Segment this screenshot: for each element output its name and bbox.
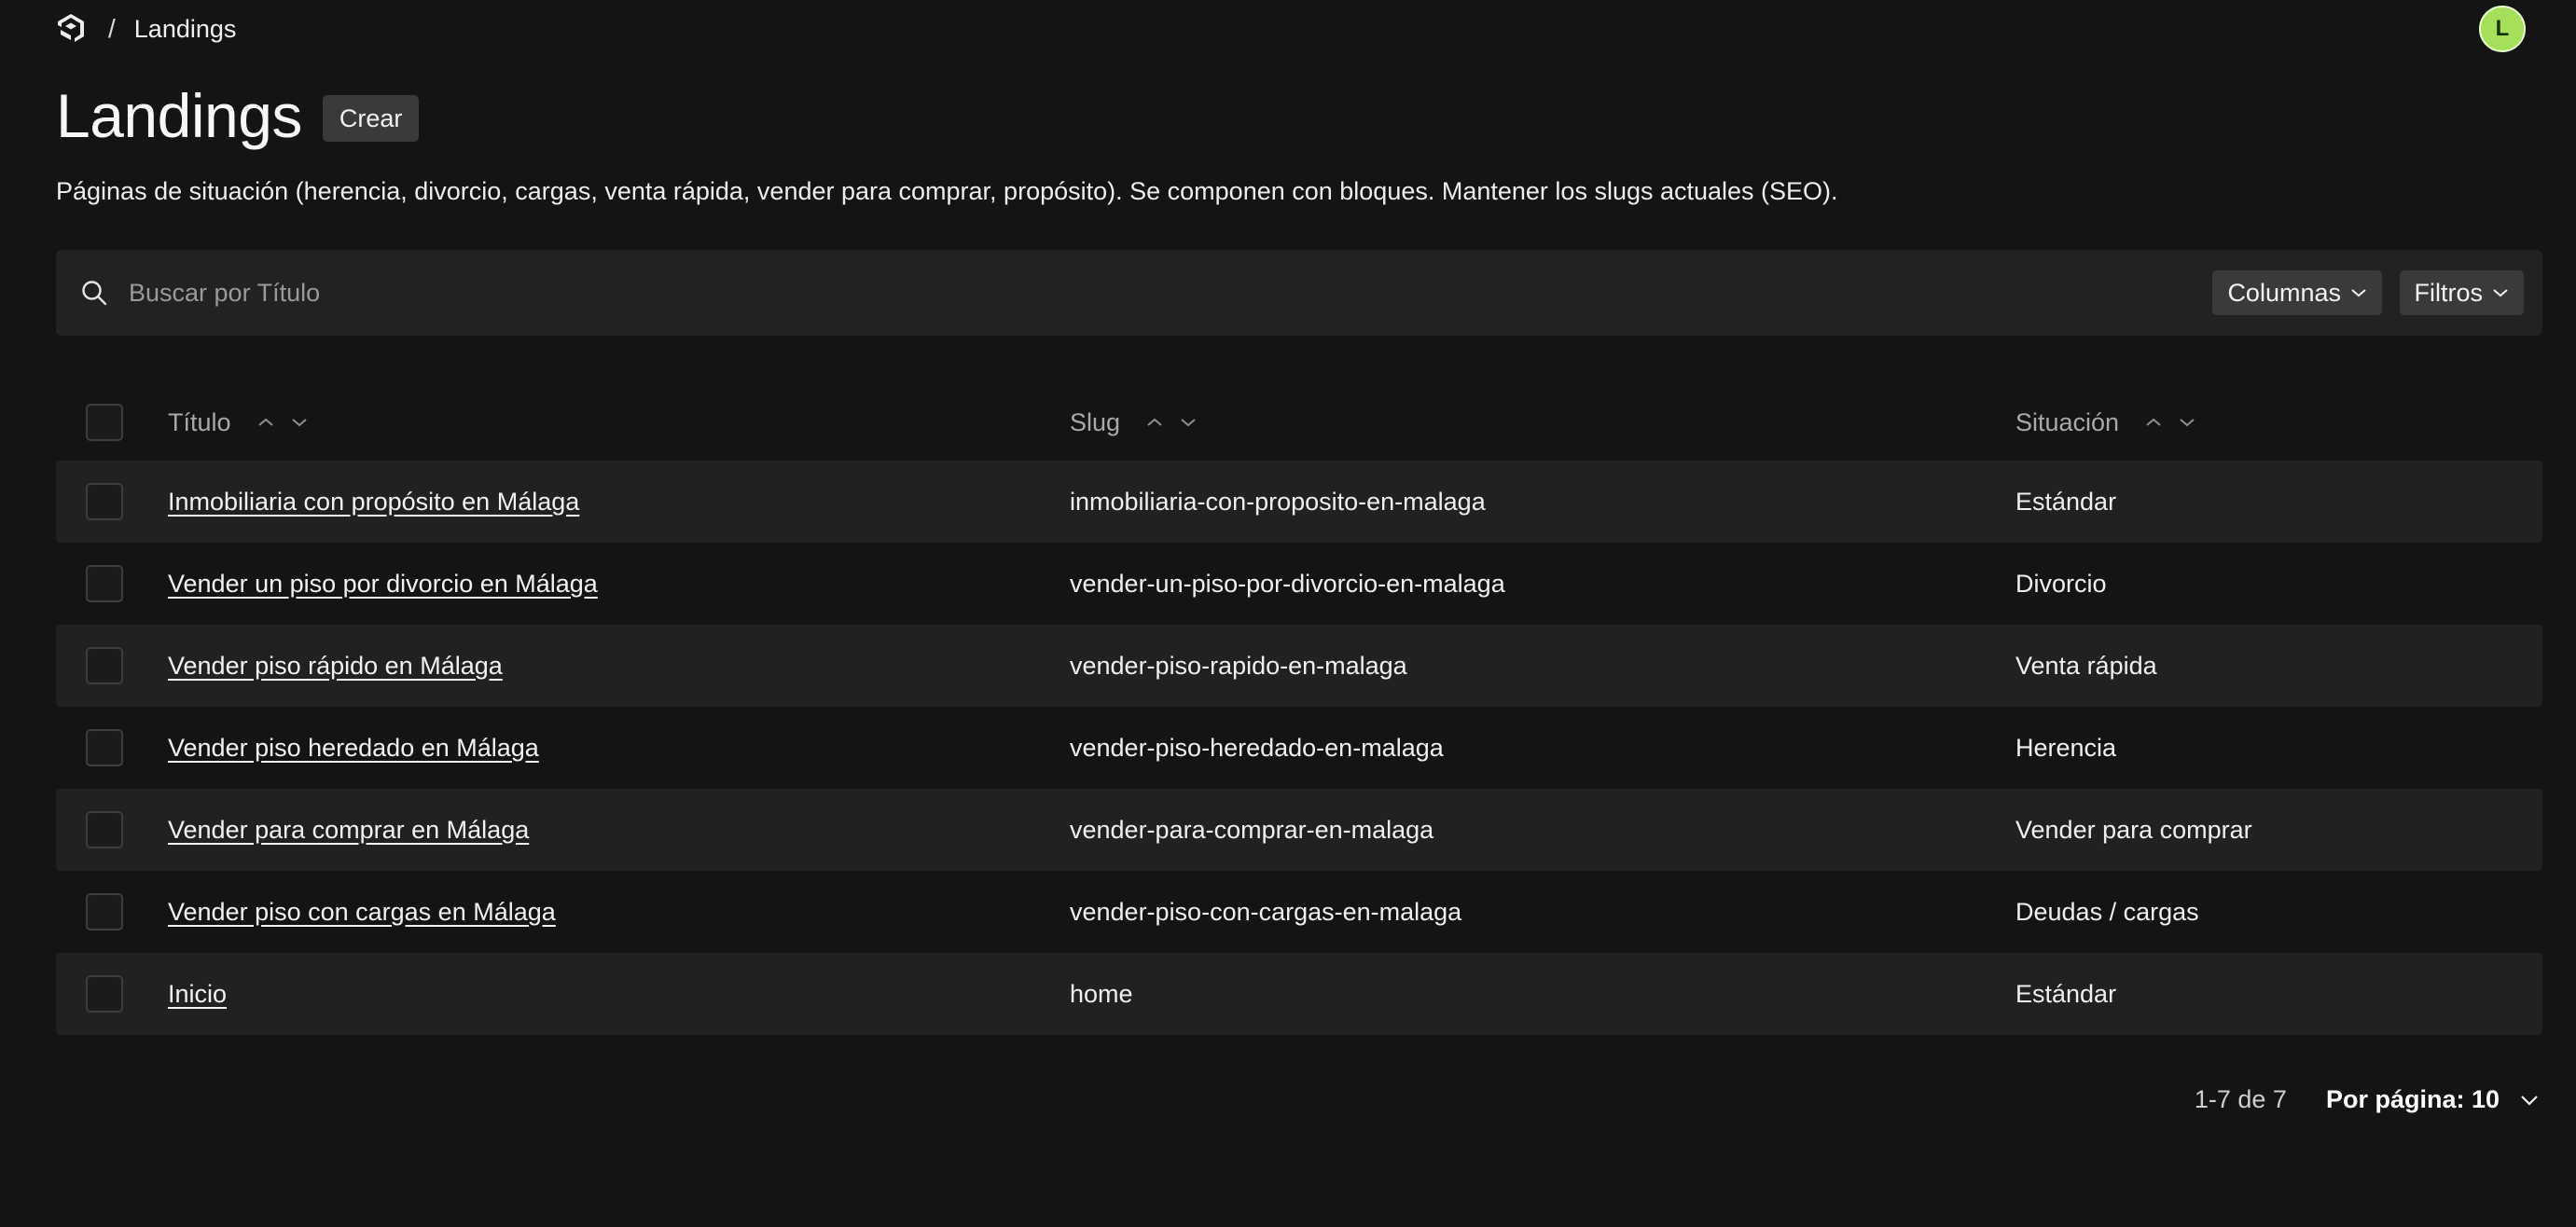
column-header-label: Slug <box>1070 407 1121 436</box>
table-row: Vender piso rápido en Málaga vender-piso… <box>56 625 2542 707</box>
row-checkbox[interactable] <box>86 483 123 520</box>
search-bar: Columnas Filtros <box>56 250 2542 336</box>
search-icon <box>82 281 107 306</box>
situation-cell: Deudas / cargas <box>2015 897 2199 926</box>
title-cell: Vender un piso por divorcio en Málaga <box>168 570 1070 599</box>
logo-icon-graphic <box>58 14 84 42</box>
table-header: Título Slug Situación <box>56 384 2542 461</box>
title-link[interactable]: Inmobiliaria con propósito en Málaga <box>168 488 579 516</box>
row-checkbox[interactable] <box>86 893 123 931</box>
title-cell: Inicio <box>168 980 1070 1009</box>
page-description: Páginas de situación (herencia, divorcio… <box>56 177 1838 205</box>
page-title: Landings <box>56 81 302 150</box>
slug-cell: inmobiliaria-con-proposito-en-malaga <box>1070 487 1486 516</box>
slug-cell: vender-piso-con-cargas-en-malaga <box>1070 897 1462 926</box>
page-heading: Landings Crear <box>56 80 420 151</box>
chevron-down-icon <box>2351 289 2366 297</box>
title-cell: Vender para comprar en Málaga <box>168 816 1070 845</box>
situation-cell: Divorcio <box>2015 569 2107 598</box>
title-cell: Vender piso rápido en Málaga <box>168 652 1070 681</box>
title-cell: Vender piso heredado en Málaga <box>168 734 1070 763</box>
situation-cell: Estándar <box>2015 979 2117 1008</box>
sort-controls <box>2145 417 2195 428</box>
table-row: Vender para comprar en Málaga vender-par… <box>56 789 2542 871</box>
chevron-down-icon <box>2493 289 2508 297</box>
column-header-label: Situación <box>2015 407 2120 436</box>
column-header-title: Título <box>168 408 1070 437</box>
column-header-situation: Situación <box>2015 408 2542 437</box>
slug-cell: home <box>1070 979 1133 1008</box>
sort-desc-chevron-down-icon[interactable] <box>291 417 308 428</box>
columns-button[interactable]: Columnas <box>2212 270 2382 315</box>
title-link[interactable]: Vender piso con cargas en Málaga <box>168 898 556 926</box>
slug-cell: vender-piso-rapido-en-malaga <box>1070 651 1407 680</box>
search-input[interactable] <box>129 278 2087 308</box>
title-link[interactable]: Inicio <box>168 980 227 1008</box>
table-row: Vender piso con cargas en Málaga vender-… <box>56 871 2542 953</box>
column-header-slug: Slug <box>1070 408 2015 437</box>
situation-cell: Venta rápida <box>2015 651 2157 680</box>
per-page-selector[interactable]: Por página: 10 <box>2326 1085 2500 1114</box>
title-link[interactable]: Vender para comprar en Málaga <box>168 816 529 844</box>
row-select-cell <box>56 565 168 602</box>
row-checkbox[interactable] <box>86 811 123 848</box>
pagination: 1-7 de 7 Por página: 10 <box>2195 1085 2539 1114</box>
sort-asc-chevron-up-icon[interactable] <box>2145 417 2162 428</box>
table-row: Inmobiliaria con propósito en Málaga inm… <box>56 461 2542 543</box>
title-cell: Inmobiliaria con propósito en Málaga <box>168 488 1070 517</box>
row-checkbox[interactable] <box>86 647 123 684</box>
slug-cell: vender-para-comprar-en-malaga <box>1070 815 1434 844</box>
situation-cell: Herencia <box>2015 733 2117 762</box>
avatar[interactable]: L <box>2479 6 2526 52</box>
pagination-range: 1-7 de 7 <box>2194 1085 2287 1113</box>
select-all-checkbox[interactable] <box>86 404 123 441</box>
slug-cell: vender-un-piso-por-divorcio-en-malaga <box>1070 569 1505 598</box>
row-select-cell <box>56 811 168 848</box>
sort-controls <box>1146 417 1197 428</box>
sort-desc-chevron-down-icon[interactable] <box>2179 417 2195 428</box>
row-select-cell <box>56 729 168 766</box>
landings-table: Título Slug Situación Inmobiliaria con p… <box>56 384 2542 1035</box>
column-header-label: Título <box>168 407 231 436</box>
select-all-cell <box>56 404 168 441</box>
row-select-cell <box>56 975 168 1013</box>
situation-cell: Vender para comprar <box>2015 815 2252 844</box>
row-checkbox[interactable] <box>86 565 123 602</box>
table-row: Vender piso heredado en Málaga vender-pi… <box>56 707 2542 789</box>
top-bar: / Landings L <box>56 6 2526 52</box>
row-select-cell <box>56 647 168 684</box>
sort-controls <box>257 417 308 428</box>
row-checkbox[interactable] <box>86 729 123 766</box>
filters-button[interactable]: Filtros <box>2399 270 2524 315</box>
situation-cell: Estándar <box>2015 487 2117 516</box>
breadcrumb-separator: / <box>108 14 116 43</box>
title-link[interactable]: Vender un piso por divorcio en Málaga <box>168 570 598 598</box>
table-row: Vender un piso por divorcio en Málaga ve… <box>56 543 2542 625</box>
chevron-down-icon[interactable] <box>2520 1095 2539 1106</box>
columns-button-label: Columnas <box>2227 278 2341 307</box>
title-link[interactable]: Vender piso heredado en Málaga <box>168 734 539 762</box>
breadcrumb-current: Landings <box>133 14 237 43</box>
slug-cell: vender-piso-heredado-en-malaga <box>1070 733 1444 762</box>
logo-icon[interactable] <box>56 10 88 48</box>
sort-desc-chevron-down-icon[interactable] <box>1180 417 1197 428</box>
title-cell: Vender piso con cargas en Málaga <box>168 898 1070 927</box>
row-checkbox[interactable] <box>86 975 123 1013</box>
sort-asc-chevron-up-icon[interactable] <box>257 417 274 428</box>
app: / Landings L Landings Crear Páginas de s… <box>0 0 2576 1227</box>
table-row: Inicio home Estándar <box>56 953 2542 1035</box>
sort-asc-chevron-up-icon[interactable] <box>1146 417 1163 428</box>
filters-button-label: Filtros <box>2414 278 2484 307</box>
create-button[interactable]: Crear <box>322 95 420 142</box>
title-link[interactable]: Vender piso rápido en Málaga <box>168 652 503 680</box>
row-select-cell <box>56 483 168 520</box>
row-select-cell <box>56 893 168 931</box>
